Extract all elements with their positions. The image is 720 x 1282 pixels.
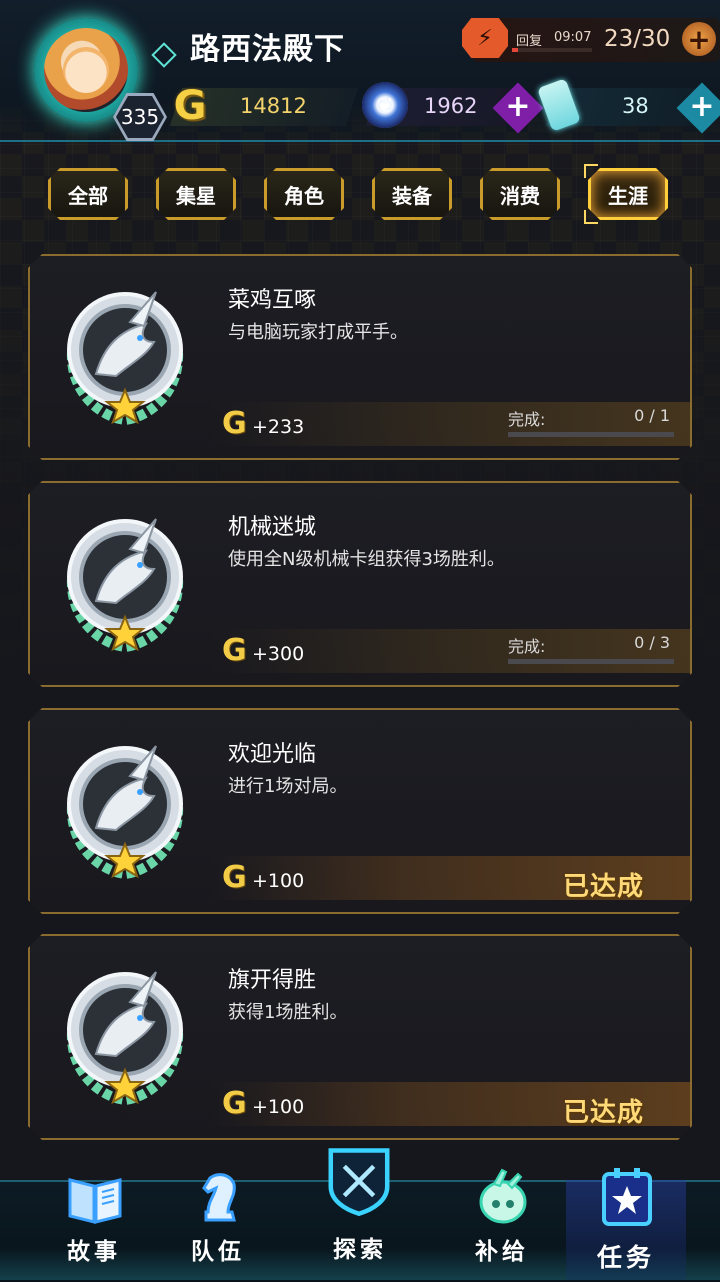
chess-knight-icon	[202, 1173, 236, 1222]
mission-description: 获得1场胜利。	[228, 1002, 348, 1023]
nav-supply[interactable]: 补给	[442, 1160, 562, 1280]
gold-coin-icon: G	[222, 633, 247, 668]
gold-coin-icon: G	[222, 1086, 247, 1121]
gold-coin-icon: G	[222, 406, 247, 441]
mission-reward: +100	[252, 870, 305, 892]
stamina-add-button[interactable]: +	[682, 22, 716, 56]
mission-card[interactable]: 机械迷城 使用全N级机械卡组获得3场胜利。 G +300 完成: 0 / 3	[28, 481, 692, 687]
nav-explore-label: 探索	[333, 1237, 387, 1263]
rank-medal-icon	[60, 509, 190, 659]
mission-title: 机械迷城	[228, 515, 317, 540]
mission-card[interactable]: 菜鸡互啄 与电脑玩家打成平手。 G +233 完成: 0 / 1	[28, 254, 692, 460]
rank-medal-icon	[60, 736, 190, 886]
nav-explore[interactable]: 探索	[300, 1144, 420, 1264]
mission-progress-value: 0 / 3	[634, 633, 670, 652]
gold-coin-icon: G	[222, 860, 247, 895]
gem-plus-icon[interactable]: +	[500, 88, 536, 124]
avatar[interactable]	[44, 28, 128, 112]
stamina-recover-label: 回复	[516, 34, 543, 49]
tab-equipment[interactable]: 装备	[372, 168, 452, 220]
stamina-icon: ⚡	[462, 18, 508, 58]
stamina-value: 23/30	[604, 26, 671, 52]
tab-spending[interactable]: 消费	[480, 168, 560, 220]
mission-card[interactable]: 旗开得胜 获得1场胜利。 G +100 已达成	[28, 934, 692, 1140]
nav-missions[interactable]: 任务	[566, 1160, 686, 1280]
mission-reward: +300	[252, 643, 305, 665]
tab-characters[interactable]: 角色	[264, 168, 344, 220]
crossed-swords-shield-icon	[328, 1148, 390, 1217]
nav-team-label: 队伍	[191, 1239, 245, 1265]
mission-title: 菜鸡互啄	[228, 288, 317, 313]
avatar-face	[63, 47, 109, 93]
mission-completed-label[interactable]: 已达成	[563, 866, 644, 903]
nav-missions-label: 任务	[596, 1243, 655, 1272]
mission-description: 使用全N级机械卡组获得3场胜利。	[228, 549, 505, 570]
gem-orb-icon: ❦	[362, 82, 408, 128]
mission-card[interactable]: 欢迎光临 进行1场对局。 G +100 已达成	[28, 708, 692, 914]
mission-progress-label: 完成:	[508, 637, 546, 656]
mission-description: 进行1场对局。	[228, 776, 348, 797]
mission-title: 欢迎光临	[228, 742, 317, 767]
tab-all[interactable]: 全部	[48, 168, 128, 220]
mission-progress-label: 完成:	[508, 410, 546, 429]
gold-value: 14812	[240, 94, 307, 118]
mission-progress-bar	[508, 659, 674, 664]
nav-story[interactable]: 故事	[34, 1160, 154, 1280]
nav-supply-label: 补给	[475, 1239, 529, 1265]
tab-career[interactable]: 生涯	[588, 168, 668, 220]
supply-capsule-icon	[479, 1168, 527, 1224]
mission-reward: +100	[252, 1096, 305, 1118]
star-clipboard-icon	[602, 1168, 652, 1226]
player-name[interactable]: 路西法殿下	[190, 24, 345, 68]
stamina-bar	[512, 48, 592, 52]
mission-description: 与电脑玩家打成平手。	[228, 322, 408, 343]
mission-reward: +233	[252, 416, 305, 438]
mission-progress-value: 0 / 1	[634, 406, 670, 425]
mission-progress-bar	[508, 432, 674, 437]
rank-medal-icon	[60, 962, 190, 1112]
gem-value: 1962	[424, 94, 478, 118]
book-icon	[68, 1178, 122, 1224]
mission-title: 旗开得胜	[228, 968, 317, 993]
ticket-value: 38	[622, 94, 649, 118]
stamina-timer: 09:07	[554, 30, 592, 45]
gold-coin-icon: G	[173, 83, 207, 129]
nav-story-label: 故事	[67, 1239, 121, 1265]
nav-team[interactable]: 队伍	[158, 1160, 278, 1280]
mission-completed-label[interactable]: 已达成	[563, 1092, 644, 1129]
tab-stars[interactable]: 集星	[156, 168, 236, 220]
rank-medal-icon	[60, 282, 190, 432]
stamina-bar-fill	[512, 48, 518, 52]
ticket-plus-icon[interactable]: +	[684, 88, 720, 124]
